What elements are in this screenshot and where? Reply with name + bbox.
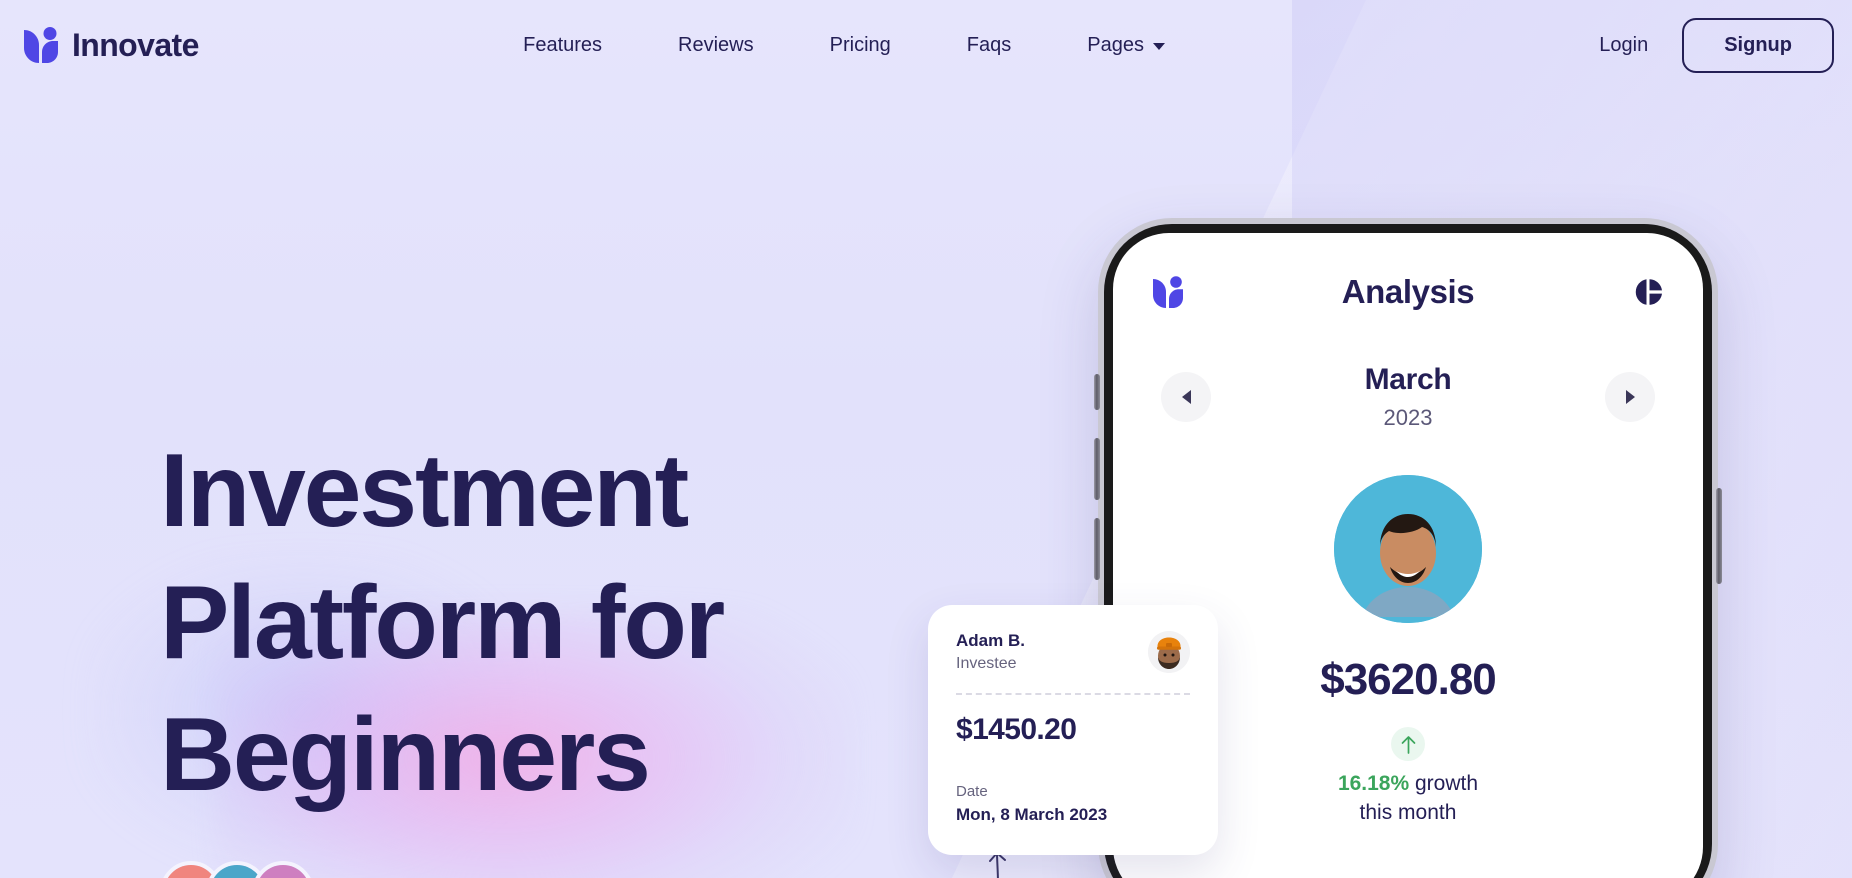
site-header: Innovate Features Reviews Pricing Faqs P… <box>0 0 1852 90</box>
growth-summary: 16.18% growth this month <box>1153 769 1663 828</box>
investee-name: Adam B. <box>956 631 1025 650</box>
nav-item-faqs[interactable]: Faqs <box>929 24 1049 67</box>
hero-heading-line: Platform for <box>160 565 725 682</box>
login-link[interactable]: Login <box>1565 24 1682 67</box>
brand-name: Innovate <box>72 26 199 63</box>
transaction-date-label: Date <box>956 783 988 800</box>
phone-volume-down-button[interactable] <box>1094 518 1100 580</box>
signup-button[interactable]: Signup <box>1682 17 1834 73</box>
avatar-person-3 <box>256 865 310 878</box>
app-title: Analysis <box>1341 273 1475 310</box>
investor-avatar-group <box>160 861 314 878</box>
arrow-up-icon <box>1401 735 1415 754</box>
nav-item-features[interactable]: Features <box>485 24 640 67</box>
nav-item-label: Pages <box>1087 33 1144 56</box>
chevron-down-icon <box>1152 43 1165 50</box>
brand-logo[interactable]: Innovate <box>24 27 199 64</box>
nav-item-reviews[interactable]: Reviews <box>640 24 792 67</box>
previous-month-button[interactable] <box>1161 372 1211 422</box>
main-navigation: Features Reviews Pricing Faqs Pages <box>485 24 1203 67</box>
phone-power-button[interactable] <box>1716 488 1722 584</box>
month-display: March 2023 <box>1365 363 1452 431</box>
investor-portrait <box>1334 475 1482 623</box>
nav-item-pages[interactable]: Pages <box>1049 24 1203 67</box>
hero-heading: Investment Platform for Beginners <box>160 425 900 821</box>
growth-arrow-badge <box>1391 727 1425 761</box>
avatar <box>1148 631 1190 673</box>
month-label: March <box>1364 363 1452 396</box>
transaction-card[interactable]: Adam B. Investee $1450.20 Date Mon, 8 Ma… <box>928 605 1218 855</box>
chevron-left-icon <box>1181 390 1191 404</box>
month-navigator: March 2023 <box>1153 363 1663 431</box>
balance-amount: $3620.80 <box>1320 655 1497 704</box>
memoji-avatar <box>1148 631 1190 673</box>
hero-heading-line: Investment <box>160 433 689 549</box>
leaf-sprout-icon[interactable] <box>1153 276 1183 308</box>
nav-item-label: Faqs <box>966 33 1012 56</box>
year-label: 2023 <box>1383 405 1433 430</box>
avatar <box>252 861 314 878</box>
phone-volume-up-button[interactable] <box>1094 438 1100 500</box>
investee-role: Investee <box>956 655 1017 672</box>
nav-item-label: Pricing <box>829 33 891 56</box>
hero-heading-line: Beginners <box>160 697 651 814</box>
card-divider <box>956 693 1190 695</box>
nav-item-pricing[interactable]: Pricing <box>792 24 929 67</box>
growth-percent: 16.18% <box>1337 772 1410 795</box>
chevron-right-icon <box>1625 390 1635 404</box>
phone-mute-button[interactable] <box>1094 374 1100 410</box>
app-topbar: Analysis <box>1153 273 1663 311</box>
pie-chart-icon[interactable] <box>1633 277 1663 307</box>
nav-item-label: Reviews <box>678 33 754 56</box>
transaction-person: Adam B. Investee <box>956 631 1025 673</box>
transaction-date-value: Mon, 8 March 2023 <box>956 805 1108 824</box>
leaf-sprout-icon <box>24 27 58 63</box>
transaction-card-header: Adam B. Investee <box>956 631 1190 673</box>
header-actions: Login Signup <box>1565 17 1852 73</box>
transaction-amount: $1450.20 <box>956 713 1077 746</box>
growth-label: growth <box>1409 772 1479 795</box>
nav-item-label: Features <box>523 33 603 56</box>
growth-period: this month <box>1359 801 1457 825</box>
investor-profile-photo <box>1334 475 1482 623</box>
next-month-button[interactable] <box>1605 372 1655 422</box>
